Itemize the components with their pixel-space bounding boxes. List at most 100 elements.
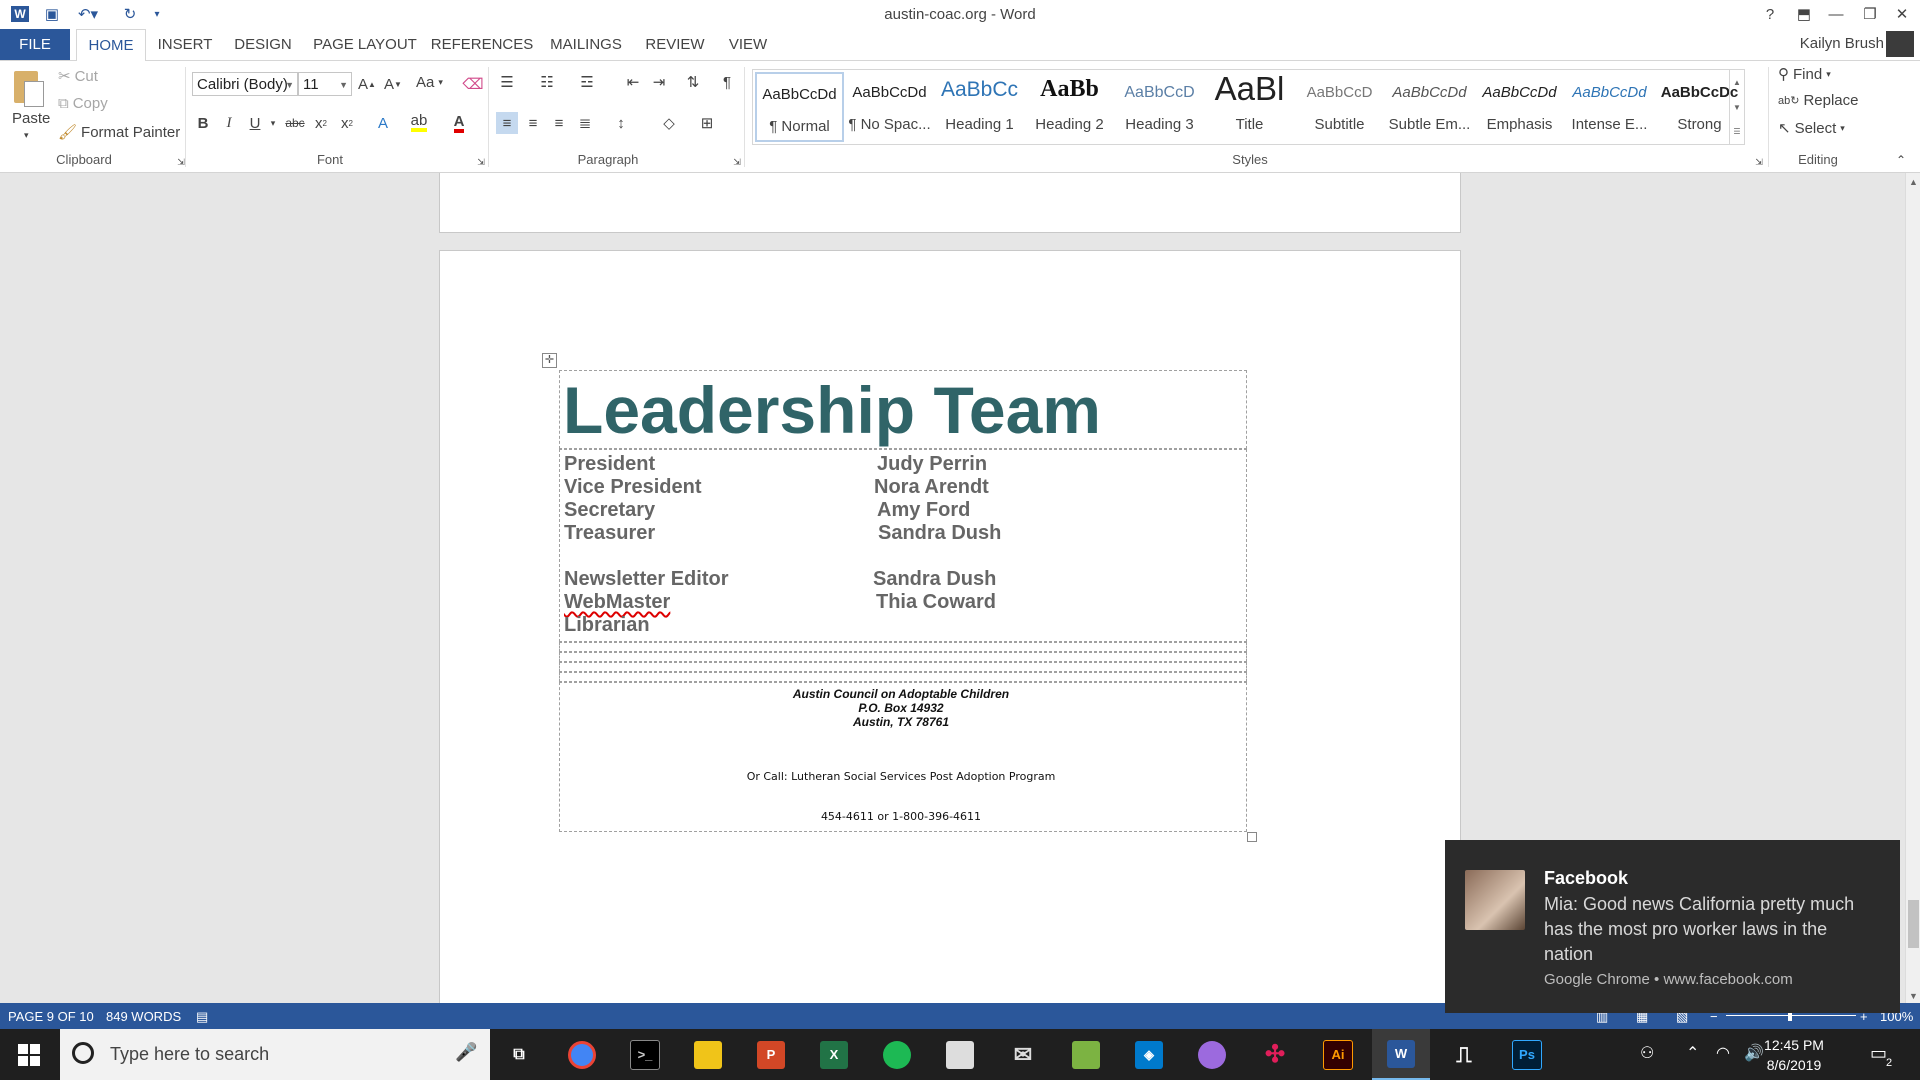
scroll-thumb[interactable] (1908, 900, 1919, 948)
photoshop-icon[interactable]: Ps (1498, 1029, 1556, 1080)
spotify-icon[interactable] (868, 1029, 926, 1080)
paste-button[interactable]: Paste (12, 110, 50, 127)
help-icon[interactable]: ? (1752, 2, 1788, 26)
search-input[interactable]: Type here to search (110, 1044, 269, 1065)
find-button[interactable]: ⚲ Find ▾ (1778, 65, 1831, 84)
cut-button[interactable]: ✂ Cut (58, 67, 98, 86)
dialog-launcher-icon[interactable]: ⇲ (1748, 151, 1770, 173)
style-normal[interactable]: AaBbCcDd ¶ Normal (755, 72, 844, 142)
excel-icon[interactable]: X (805, 1029, 863, 1080)
microphone-icon[interactable]: 🎤 (455, 1042, 477, 1063)
replace-button[interactable]: ab↻ Replace (1778, 92, 1859, 109)
table-resize-handle-icon[interactable] (1247, 832, 1257, 842)
sort-icon[interactable]: ⇅ (682, 71, 704, 93)
photos-icon[interactable] (1057, 1029, 1115, 1080)
chevron-down-icon[interactable]: ▾ (262, 112, 284, 134)
action-center-icon[interactable]: ▭ (1870, 1043, 1887, 1064)
style-no-spacing[interactable]: AaBbCcDd ¶ No Spac... (845, 72, 934, 142)
align-center-icon[interactable]: ≡ (522, 112, 544, 134)
multilevel-list-icon[interactable]: ☲ (576, 71, 598, 93)
slack-icon[interactable]: ✣ (1246, 1029, 1304, 1080)
gallery-more-icon[interactable]: ☰ (1729, 120, 1744, 144)
strikethrough-icon[interactable]: abc (284, 112, 306, 134)
task-view-icon[interactable]: ⧉ (490, 1029, 548, 1080)
proofing-icon[interactable]: ▤ (196, 1009, 208, 1025)
gallery-up-icon[interactable]: ▲ (1729, 70, 1744, 95)
paste-dropdown-icon[interactable]: ▾ (24, 130, 29, 141)
format-painter-button[interactable]: 🖌 Format Painter (58, 123, 180, 142)
style-subtitle[interactable]: AaBbCcD Subtitle (1295, 72, 1384, 142)
restore-button[interactable]: ❐ (1852, 2, 1888, 26)
highlight-icon[interactable]: ab (408, 112, 430, 134)
word-icon[interactable]: W (1372, 1029, 1430, 1080)
show-formatting-icon[interactable]: ¶ (716, 71, 738, 93)
vertical-scrollbar[interactable]: ▲ ▼ (1905, 173, 1920, 1003)
table-cell-empty[interactable] (559, 672, 1247, 682)
voice-recorder-icon[interactable]: ⎍ (1435, 1029, 1493, 1080)
decrease-indent-icon[interactable]: ⇤ (622, 71, 644, 93)
dialog-launcher-icon[interactable]: ⇲ (170, 151, 192, 173)
clock[interactable]: 12:45 PM 8/6/2019 (1754, 1035, 1834, 1075)
style-heading-3[interactable]: AaBbCcD Heading 3 (1115, 72, 1204, 142)
powerpoint-icon[interactable]: P (742, 1029, 800, 1080)
close-button[interactable]: ✕ (1884, 2, 1920, 26)
tab-view[interactable]: VIEW (718, 29, 778, 60)
borders-icon[interactable]: ⊞ (696, 112, 718, 134)
tab-design[interactable]: DESIGN (228, 29, 298, 60)
table-cell-empty[interactable] (559, 642, 1247, 652)
bold-icon[interactable]: B (192, 112, 214, 134)
tab-references[interactable]: REFERENCES (430, 29, 534, 60)
italic-icon[interactable]: I (218, 112, 240, 134)
justify-icon[interactable]: ≣ (574, 112, 596, 134)
ribbon-display-icon[interactable]: ⬒ (1786, 2, 1822, 26)
minimize-button[interactable]: — (1818, 2, 1854, 26)
terminal-icon[interactable]: >_ (616, 1029, 674, 1080)
change-case-button[interactable]: Aa ▾ (416, 74, 443, 91)
text-effects-icon[interactable]: A (372, 112, 394, 134)
font-size-combo[interactable]: 11 ▼ (298, 72, 352, 96)
shading-icon[interactable]: ◇ (658, 112, 680, 134)
superscript-icon[interactable]: x2 (336, 112, 358, 134)
gallery-down-icon[interactable]: ▼ (1729, 95, 1744, 120)
select-button[interactable]: ↖ Select ▾ (1778, 119, 1845, 138)
style-emphasis[interactable]: AaBbCcDd Emphasis (1475, 72, 1564, 142)
collapse-ribbon-icon[interactable]: ⌃ (1890, 149, 1912, 171)
table-move-handle-icon[interactable]: ✛ (542, 353, 557, 368)
tab-mailings[interactable]: MAILINGS (546, 29, 626, 60)
bullets-icon[interactable]: ☰ (496, 71, 518, 93)
chrome-icon[interactable] (553, 1029, 611, 1080)
style-heading-1[interactable]: AaBbCc Heading 1 (935, 72, 1024, 142)
tab-file[interactable]: FILE (0, 29, 70, 60)
show-hidden-icons-icon[interactable]: ⌃ (1686, 1043, 1699, 1063)
font-color-icon[interactable]: A (448, 112, 470, 134)
notification-toast[interactable]: Facebook Mia: Good news California prett… (1445, 840, 1900, 1013)
paste-icon[interactable] (12, 67, 44, 107)
start-button[interactable] (0, 1029, 58, 1080)
github-icon[interactable] (1183, 1029, 1241, 1080)
style-title[interactable]: AaBl Title (1205, 70, 1294, 142)
shrink-font-icon[interactable]: A ▼ (382, 73, 404, 95)
grow-font-icon[interactable]: A ▲ (356, 73, 378, 95)
store-icon[interactable] (931, 1029, 989, 1080)
style-subtle-emphasis[interactable]: AaBbCcDd Subtle Em... (1385, 72, 1474, 142)
align-right-icon[interactable]: ≡ (548, 112, 570, 134)
style-heading-2[interactable]: AaBb Heading 2 (1025, 72, 1114, 142)
font-name-combo[interactable]: Calibri (Body) ▼ (192, 72, 298, 96)
people-icon[interactable]: ⚇ (1640, 1043, 1654, 1063)
clear-formatting-icon[interactable]: ⌫ (462, 73, 484, 95)
word-count[interactable]: 849 WORDS (106, 1009, 181, 1024)
taskbar-search[interactable]: Type here to search 🎤 (60, 1029, 490, 1080)
tab-review[interactable]: REVIEW (640, 29, 710, 60)
mail-icon[interactable]: ✉ (994, 1029, 1052, 1080)
wifi-icon[interactable]: ◠ (1716, 1043, 1730, 1063)
line-spacing-icon[interactable]: ↕ (610, 112, 632, 134)
vscode-icon[interactable]: ◈ (1120, 1029, 1178, 1080)
subscript-icon[interactable]: x2 (310, 112, 332, 134)
scroll-down-icon[interactable]: ▼ (1906, 991, 1920, 1001)
numbering-icon[interactable]: ☷ (536, 71, 558, 93)
table-cell-empty[interactable] (559, 652, 1247, 662)
style-intense-emphasis[interactable]: AaBbCcDd Intense E... (1565, 72, 1654, 142)
illustrator-icon[interactable]: Ai (1309, 1029, 1367, 1080)
increase-indent-icon[interactable]: ⇥ (648, 71, 670, 93)
avatar[interactable] (1886, 31, 1914, 57)
